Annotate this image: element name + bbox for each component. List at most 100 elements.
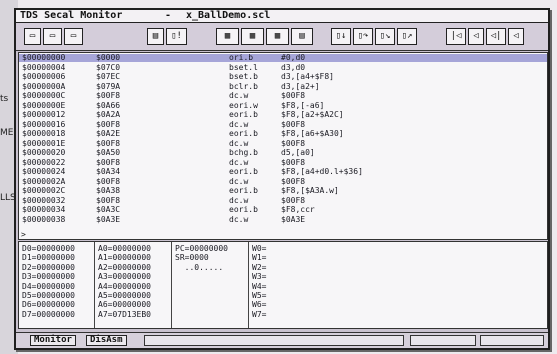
address-register[interactable]: A1=00000000 (98, 253, 151, 262)
listing-opcode: dc.w (229, 214, 249, 224)
listing-address: $00000024 (22, 167, 66, 176)
listing-address: $0000002C (22, 186, 66, 195)
step-icon: ▯↓ (335, 31, 347, 41)
listing-opcode: eori.b (229, 129, 258, 138)
run-button[interactable]: ▯↗ (397, 28, 417, 45)
status-bar: Monitor DisAsm (16, 332, 548, 348)
listing-opcode: dc.w (229, 195, 249, 205)
data-register[interactable]: D1=00000000 (22, 253, 75, 262)
tab-disasm[interactable]: DisAsm (86, 335, 127, 346)
address-register[interactable]: A0=00000000 (98, 244, 151, 253)
watch-register[interactable]: W5= (252, 291, 266, 300)
listing-operands: $F8,ccr (281, 205, 315, 214)
listing-address: $00000000 (22, 53, 66, 62)
new-file-icon: ▭ (29, 31, 36, 41)
data-register[interactable]: D6=00000000 (22, 300, 75, 309)
memory-view-button[interactable]: ▦ (216, 28, 239, 45)
divider (248, 242, 249, 328)
address-register[interactable]: A2=00000000 (98, 263, 151, 272)
listing-opcode: eori.b (229, 186, 258, 195)
end-button[interactable]: ◁ (508, 28, 524, 45)
watch-registers: W0= W1= W2= W3= W4= W5= W6= W7= (252, 244, 266, 319)
watch-register[interactable]: W3= (252, 272, 266, 281)
listing-opcode: eori.w (229, 100, 258, 110)
listing-operands: $00F8 (281, 138, 306, 148)
disassembly-listing[interactable]: $00000000 $0000 ori.b #0,d0 $00000004 $07C0 bs… (18, 52, 548, 240)
listing-address: $00000020 (22, 148, 66, 157)
listing-operands: $0A3E (281, 214, 306, 224)
listing-bytes: $00F8 (96, 176, 121, 186)
first-icon: |◁ (450, 31, 462, 41)
listing-bytes: $0A3C (96, 205, 121, 214)
list-view-button[interactable]: ▤ (291, 28, 313, 45)
data-register[interactable]: D2=00000000 (22, 263, 75, 272)
title-bar[interactable]: TDS Secal Monitor - x_BallDemo.scl (16, 10, 548, 23)
listing-bytes: $0A2A (96, 110, 121, 119)
listing-opcode: ori.b (229, 53, 254, 62)
address-register[interactable]: A6=00000000 (98, 300, 151, 309)
address-register[interactable]: A7=07D13EB0 (98, 310, 151, 319)
data-register[interactable]: D0=00000000 (22, 244, 75, 253)
back-button[interactable]: ◁ (468, 28, 484, 45)
register-view-button[interactable]: ▦ (266, 28, 289, 45)
listing-bytes: $0A50 (96, 148, 121, 157)
listing-bytes: $07EC (96, 72, 121, 81)
address-registers: A0=00000000 A1=00000000 A2=00000000 A3=0000… (98, 244, 151, 319)
background-text: ts (0, 94, 9, 104)
listing-operands: $00F8 (281, 176, 306, 186)
step-over-button[interactable]: ▯↷ (353, 28, 373, 45)
watch-register[interactable]: W2= (252, 263, 266, 272)
watch-register[interactable]: W6= (252, 300, 266, 309)
info-icon: ▯! (171, 31, 182, 41)
listing-bytes: $079A (96, 81, 121, 91)
info-button[interactable]: ▯! (166, 28, 187, 45)
step-button[interactable]: ▯↓ (331, 28, 351, 45)
listing-address: $00000034 (22, 205, 66, 214)
listing-address: $0000001E (22, 138, 66, 148)
listing-opcode: bclr.b (229, 81, 258, 91)
pc-status-registers: PC=00000000 SR=0000 ..0..... (175, 244, 228, 272)
new-file-button[interactable]: ▭ (24, 28, 41, 45)
disasm-view-button[interactable]: ▦ (241, 28, 264, 45)
open-file-icon: ▭ (49, 31, 56, 41)
listing-address: $00000004 (22, 62, 66, 72)
trace-icon: ▯↘ (379, 31, 391, 41)
listing-opcode: dc.w (229, 157, 249, 167)
watch-register[interactable]: W0= (252, 244, 266, 253)
listing-address: $00000016 (22, 119, 66, 129)
watch-register[interactable]: W4= (252, 282, 266, 291)
pc-register[interactable]: SR=0000 (175, 253, 228, 262)
watch-register[interactable]: W1= (252, 253, 266, 262)
pc-register[interactable]: ..0..... (175, 263, 228, 272)
address-register[interactable]: A4=00000000 (98, 282, 151, 291)
pc-register[interactable]: PC=00000000 (175, 244, 228, 253)
status-field (480, 335, 544, 346)
listing-operands: d3,d0 (281, 62, 306, 72)
listing-bytes: $00F8 (96, 157, 121, 167)
data-register[interactable]: D4=00000000 (22, 282, 75, 291)
save-file-button[interactable]: ▭ (64, 28, 83, 45)
first-button[interactable]: |◁ (446, 28, 466, 45)
save-file-icon: ▭ (70, 31, 77, 41)
address-register[interactable]: A3=00000000 (98, 272, 151, 281)
listing-address: $00000032 (22, 195, 66, 205)
listing-address: $0000000E (22, 100, 66, 110)
listing-address: $00000018 (22, 129, 66, 138)
listing-opcode: bset.l (229, 62, 258, 72)
trace-button[interactable]: ▯↘ (375, 28, 395, 45)
watch-register[interactable]: W7= (252, 310, 266, 319)
listing-address: $00000038 (22, 214, 66, 224)
tab-monitor[interactable]: Monitor (30, 335, 76, 346)
status-message-field (144, 335, 404, 346)
data-register[interactable]: D5=00000000 (22, 291, 75, 300)
listing-opcode: dc.w (229, 138, 249, 148)
listing-opcode: bset.b (229, 72, 258, 81)
command-prompt[interactable]: > (21, 230, 26, 239)
address-register[interactable]: A5=00000000 (98, 291, 151, 300)
prev-button[interactable]: ◁| (486, 28, 506, 45)
print-button[interactable]: ▤ (147, 28, 164, 45)
data-register[interactable]: D3=00000000 (22, 272, 75, 281)
listing-opcode: dc.w (229, 119, 249, 129)
open-file-button[interactable]: ▭ (43, 28, 62, 45)
data-register[interactable]: D7=00000000 (22, 310, 75, 319)
